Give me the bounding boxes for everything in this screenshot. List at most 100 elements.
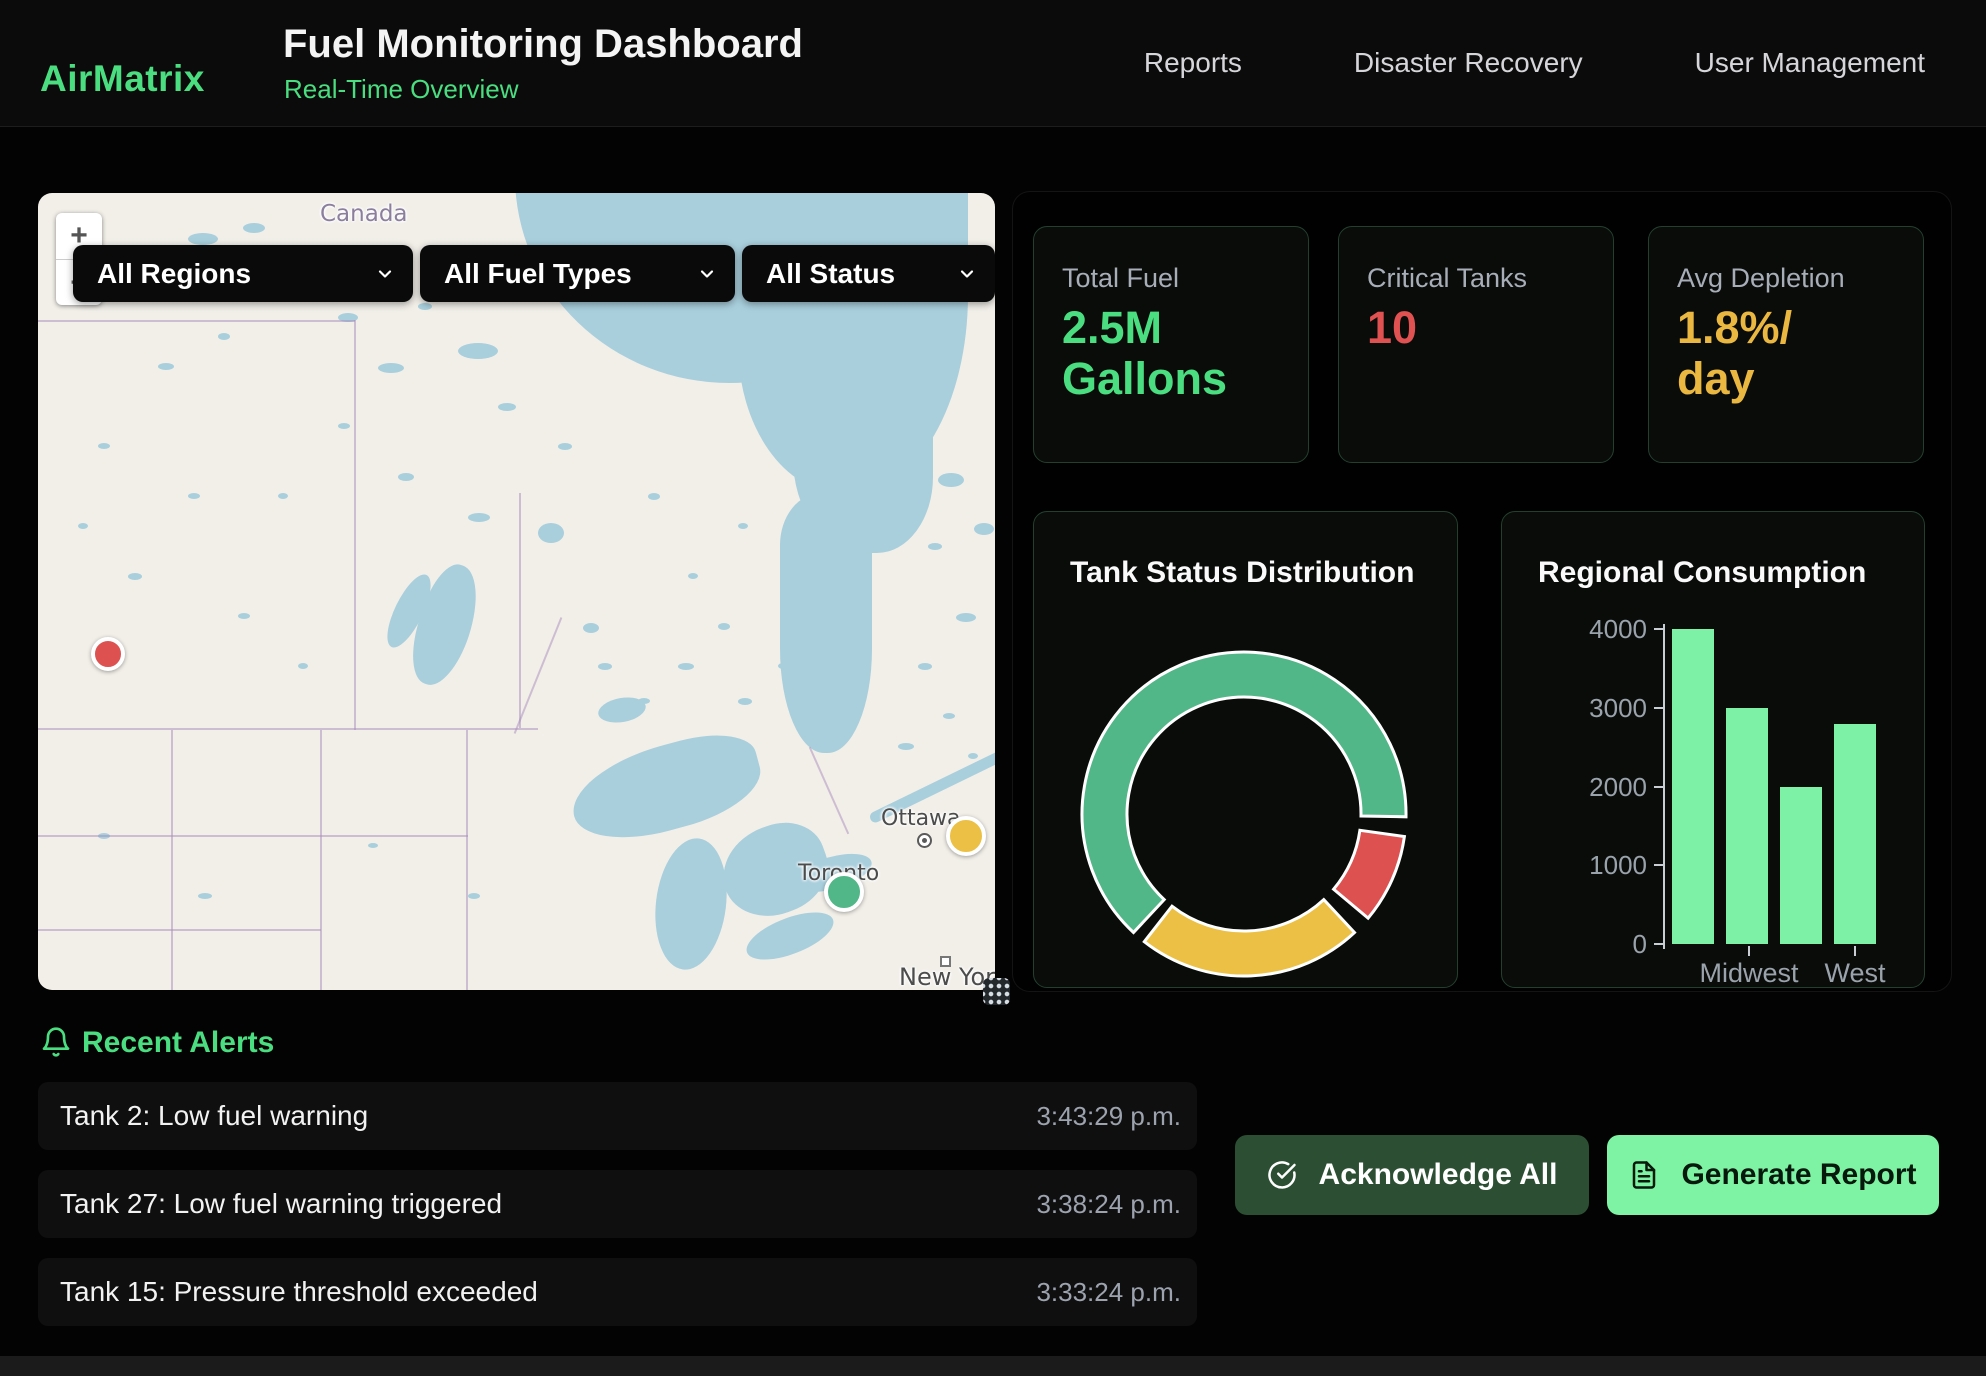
- y-axis-tick: [1654, 628, 1663, 630]
- fuel-monitoring-dashboard: AirMatrix Fuel Monitoring Dashboard Real…: [0, 0, 1986, 1376]
- map-geo-shape: [378, 363, 404, 373]
- map-geo-shape: [688, 573, 698, 579]
- map-geo-shape: [468, 893, 480, 899]
- map-geo-shape: [558, 443, 572, 450]
- main-nav: Reports Disaster Recovery User Managemen…: [1144, 0, 1925, 126]
- y-tick-label: 1000: [1565, 850, 1647, 881]
- chevron-down-icon: [957, 264, 977, 284]
- map-geo-shape: [678, 663, 694, 670]
- tank-status-donut-chart: [1034, 512, 1457, 987]
- map-marker-critical[interactable]: [91, 637, 125, 671]
- map-geo-shape: [583, 623, 599, 633]
- regional-consumption-chart-card: Regional Consumption 01000200030004000Mi…: [1501, 511, 1925, 988]
- map-geo-shape: [78, 523, 88, 529]
- nav-reports[interactable]: Reports: [1144, 47, 1242, 79]
- new-york-city-dot: [940, 956, 951, 967]
- nav-user-management[interactable]: User Management: [1695, 47, 1925, 79]
- y-axis-tick: [1654, 943, 1663, 945]
- map-geo-shape: [188, 233, 218, 245]
- check-circle-icon: [1267, 1160, 1297, 1190]
- nav-disaster-recovery[interactable]: Disaster Recovery: [1354, 47, 1583, 79]
- map-geo-shape: [918, 663, 932, 670]
- map-geo-shape: [38, 929, 321, 931]
- map-label-new-york: New York: [899, 963, 995, 990]
- metrics-panel: Total Fuel 2.5M Gallons Critical Tanks 1…: [1012, 191, 1952, 992]
- region-filter-dropdown[interactable]: All Regions: [73, 245, 413, 302]
- kpi-label: Total Fuel: [1062, 263, 1179, 294]
- map-geo-shape: [171, 730, 173, 990]
- bar-region-2[interactable]: [1780, 787, 1822, 945]
- y-axis-tick: [1654, 707, 1663, 709]
- status-filter-dropdown[interactable]: All Status: [742, 245, 995, 302]
- bar-region-1[interactable]: [1726, 708, 1768, 944]
- map-geo-shape: [354, 320, 356, 730]
- map-geo-shape: [738, 523, 748, 529]
- kpi-total-fuel: Total Fuel 2.5M Gallons: [1033, 226, 1309, 463]
- map-geo-shape: [468, 513, 490, 522]
- map-geo-shape: [780, 493, 872, 753]
- map-geo-shape: [778, 663, 788, 669]
- map-geo-shape: [398, 473, 414, 481]
- map-label-canada: Canada: [320, 201, 408, 227]
- y-axis-line: [1663, 624, 1665, 949]
- bar-region-0[interactable]: [1672, 629, 1714, 944]
- map-geo-shape: [562, 723, 769, 854]
- page-subtitle: Real-Time Overview: [284, 74, 519, 105]
- chevron-down-icon: [375, 264, 395, 284]
- kpi-label: Avg Depletion: [1677, 263, 1845, 294]
- generate-report-button[interactable]: Generate Report: [1607, 1135, 1939, 1215]
- map-geo-shape: [956, 613, 976, 622]
- map-geo-shape: [888, 493, 906, 501]
- map-geo-shape: [38, 728, 538, 730]
- tank-status-chart-card: Tank Status Distribution: [1033, 511, 1458, 988]
- status-filter-value: All Status: [766, 258, 895, 290]
- bottom-bar: [0, 1356, 1986, 1376]
- document-icon: [1629, 1160, 1659, 1190]
- map-geo-shape: [198, 893, 212, 899]
- map-geo-shape: [218, 333, 230, 340]
- y-tick-label: 3000: [1565, 693, 1647, 724]
- map-geo-shape: [648, 834, 734, 974]
- map-filters: All Regions All Fuel Types All Status: [73, 245, 995, 302]
- map-geo-shape: [320, 730, 322, 990]
- map-geo-shape: [418, 303, 432, 310]
- alert-row[interactable]: Tank 27: Low fuel warning triggered 3:38…: [38, 1170, 1197, 1238]
- alert-row[interactable]: Tank 15: Pressure threshold exceeded 3:3…: [38, 1258, 1197, 1326]
- map-geo-shape: [498, 403, 516, 411]
- fuel-type-filter-dropdown[interactable]: All Fuel Types: [420, 245, 735, 302]
- donut-segment-warning[interactable]: [1144, 900, 1354, 976]
- brand-logo[interactable]: AirMatrix: [40, 58, 205, 100]
- bar-region-3[interactable]: [1834, 724, 1876, 945]
- map-geo-shape: [928, 543, 942, 550]
- region-filter-value: All Regions: [97, 258, 251, 290]
- acknowledge-all-button[interactable]: Acknowledge All: [1235, 1135, 1589, 1215]
- kpi-avg-depletion: Avg Depletion 1.8%/ day: [1648, 226, 1924, 463]
- x-axis-tick: [1748, 946, 1750, 956]
- map-resize-handle[interactable]: [983, 978, 1010, 1005]
- y-axis-tick: [1654, 864, 1663, 866]
- generate-report-label: Generate Report: [1681, 1158, 1916, 1192]
- map-geo-shape: [98, 443, 110, 449]
- map-marker-normal[interactable]: [824, 872, 864, 912]
- map-geo-shape: [898, 743, 914, 750]
- map-geo-shape: [968, 753, 978, 759]
- regional-consumption-bar-chart: 01000200030004000MidwestWest: [1502, 512, 1924, 987]
- kpi-critical-tanks: Critical Tanks 10: [1338, 226, 1614, 463]
- map-geo-shape: [128, 573, 142, 580]
- map-geo-shape: [598, 663, 612, 670]
- donut-segment-critical[interactable]: [1334, 830, 1405, 918]
- alerts-heading: Recent Alerts: [82, 1026, 274, 1060]
- map-canvas[interactable]: Canada Ottawa Toronto New York + − All R…: [38, 193, 995, 990]
- chevron-down-icon: [697, 264, 717, 284]
- kpi-value: 2.5M Gallons: [1062, 303, 1227, 405]
- alert-message: Tank 27: Low fuel warning triggered: [60, 1188, 502, 1220]
- kpi-value: 1.8%/ day: [1677, 303, 1792, 405]
- map-geo-shape: [298, 663, 308, 669]
- acknowledge-all-label: Acknowledge All: [1319, 1158, 1558, 1192]
- page-title: Fuel Monitoring Dashboard: [283, 22, 803, 67]
- alert-message: Tank 2: Low fuel warning: [60, 1100, 368, 1132]
- map-marker-warning[interactable]: [946, 816, 986, 856]
- map-geo-shape: [38, 835, 468, 837]
- kpi-value: 10: [1367, 303, 1417, 354]
- alert-row[interactable]: Tank 2: Low fuel warning 3:43:29 p.m.: [38, 1082, 1197, 1150]
